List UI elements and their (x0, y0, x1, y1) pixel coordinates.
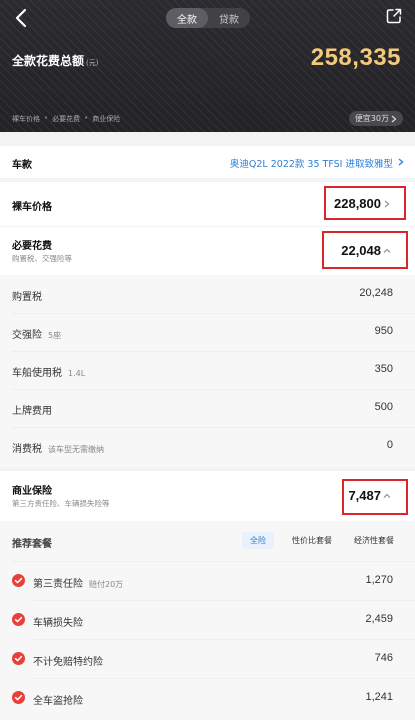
item-value: 1,270 (365, 574, 393, 586)
item-value: 1,241 (365, 691, 393, 703)
payment-tabs: 全款 贷款 (166, 8, 250, 28)
total-cost-label: 全款花费总额 (元) (12, 52, 98, 69)
plan-selector: 全险 性价比套餐 经济性套餐 (242, 532, 407, 549)
checked-circle-icon[interactable] (12, 574, 25, 587)
breakdown-item-insurance: 商业保险 (92, 115, 121, 123)
item-label: 全车盗抢险 (33, 696, 83, 707)
list-item[interactable]: 不计免赔特约险 746 (0, 640, 415, 678)
breakdown-item-required: 必要花费 (52, 115, 81, 123)
model-selector-link[interactable]: 奥迪Q2L 2022款 35 TFSI 进取致雅型 (230, 156, 393, 170)
insurance-details: 推荐套餐 全险 性价比套餐 经济性套餐 第三责任险 赔付20万 1,270 车辆损… (0, 521, 415, 720)
required-costs-subtitle: 购置税、交强险等 (12, 254, 72, 263)
item-label: 交强险 5座 (12, 326, 61, 341)
item-value: 500 (374, 401, 393, 413)
plan-full-coverage[interactable]: 全险 (242, 532, 274, 549)
list-item: 消费税 该车型无需缴纳 0 (0, 427, 415, 465)
plans-label: 推荐套餐 (12, 539, 52, 550)
insurance-label: 商业保险 (12, 486, 52, 497)
share-icon[interactable] (385, 7, 403, 25)
insurance-subtitle: 第三方责任险、车辆损失险等 (12, 499, 110, 508)
model-label: 车款 (12, 160, 32, 171)
chevron-right-icon (398, 158, 404, 166)
separator-dot: • (84, 114, 89, 122)
item-label: 上牌费用 (12, 406, 52, 417)
chevron-right-icon (391, 115, 397, 122)
required-costs-details: 购置税 20,248 交强险 5座 950 车船使用税 1.4L 350 上牌费用 … (0, 275, 415, 467)
total-cost-label-text: 全款花费总额 (12, 54, 85, 68)
checked-circle-icon[interactable] (12, 652, 25, 665)
cost-breakdown-legend: 裸车价格 • 必要花费 • 商业保险 (12, 114, 120, 124)
plan-economy-package[interactable]: 经济性套餐 (346, 532, 402, 549)
item-value: 350 (374, 363, 393, 375)
checked-circle-icon[interactable] (12, 613, 25, 626)
plans-row: 推荐套餐 全险 性价比套餐 经济性套餐 (0, 521, 415, 561)
item-note: 该车型无需缴纳 (48, 445, 104, 454)
required-costs-row[interactable]: 必要花费 购置税、交强险等 22,048 (0, 227, 415, 275)
highlight-box (324, 186, 406, 220)
item-label-text: 消费税 (12, 444, 42, 455)
item-label: 购置税 (12, 292, 42, 303)
item-label: 第三责任险 赔付20万 (33, 575, 123, 590)
list-item[interactable]: 全车盗抢险 1,241 (0, 679, 415, 717)
list-item: 车船使用税 1.4L 350 (0, 351, 415, 389)
tab-full-payment[interactable]: 全款 (166, 8, 208, 28)
car-price-row[interactable]: 裸车价格 228,800 (0, 182, 415, 226)
item-note: 1.4L (68, 369, 86, 378)
item-label: 消费税 该车型无需缴纳 (12, 440, 104, 455)
item-label: 车辆损失险 (33, 618, 83, 629)
list-item: 交强险 5座 950 (0, 313, 415, 351)
commercial-insurance-row[interactable]: 商业保险 第三方责任险、车辆损失险等 7,487 (0, 471, 415, 521)
item-label: 车船使用税 1.4L (12, 364, 85, 379)
item-value: 2,459 (365, 613, 393, 625)
car-price-label: 裸车价格 (12, 202, 52, 213)
cheaper-budget-label: 便宜30万 (354, 114, 389, 123)
list-item[interactable]: 车辆损失险 2,459 (0, 601, 415, 639)
item-value: 0 (386, 439, 393, 451)
summary-header: 全款 贷款 全款花费总额 (元) 258,335 裸车价格 • 必要花费 • 商业… (0, 0, 415, 132)
item-value: 746 (374, 652, 393, 664)
tab-loan[interactable]: 贷款 (208, 8, 250, 28)
checked-circle-icon[interactable] (12, 691, 25, 704)
highlight-box (342, 479, 408, 515)
separator-dot: • (44, 114, 49, 122)
total-cost-value: 258,335 (310, 44, 401, 71)
item-label-text: 车船使用税 (12, 368, 62, 379)
back-arrow-icon[interactable] (10, 6, 34, 30)
model-row[interactable]: 车款 奥迪Q2L 2022款 35 TFSI 进取致雅型 (0, 146, 415, 178)
item-value: 20,248 (359, 287, 393, 299)
total-cost-unit: (元) (86, 59, 99, 67)
plan-value-package[interactable]: 性价比套餐 (284, 532, 340, 549)
breakdown-item-car-price: 裸车价格 (12, 115, 40, 123)
cheaper-budget-button[interactable]: 便宜30万 (348, 111, 403, 126)
item-note: 5座 (48, 331, 62, 340)
highlight-box (322, 231, 408, 269)
list-item: 购置税 20,248 (0, 275, 415, 313)
item-label: 不计免赔特约险 (33, 657, 103, 668)
required-costs-label: 必要花费 (12, 241, 52, 252)
item-value: 950 (374, 325, 393, 337)
item-label-text: 第三责任险 (33, 579, 83, 590)
item-note: 赔付20万 (89, 580, 124, 589)
item-label-text: 交强险 (12, 330, 42, 341)
list-item[interactable]: 第三责任险 赔付20万 1,270 (0, 562, 415, 600)
list-item: 上牌费用 500 (0, 389, 415, 427)
